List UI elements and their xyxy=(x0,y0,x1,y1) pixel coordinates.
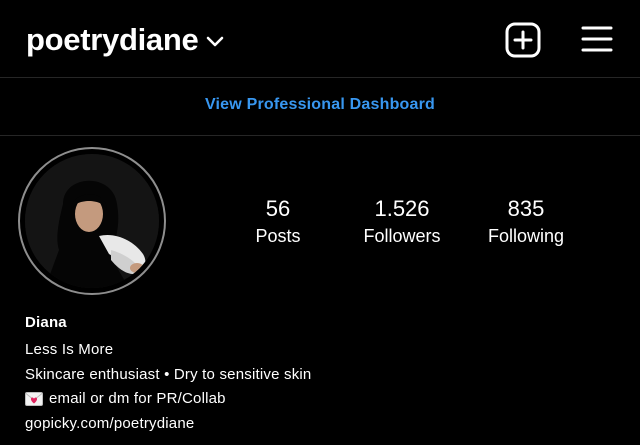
plus-square-icon xyxy=(505,22,541,62)
posts-stat[interactable]: 56 Posts xyxy=(238,196,318,248)
followers-stat[interactable]: 1.526 Followers xyxy=(350,196,454,248)
following-count: 835 xyxy=(507,196,545,221)
new-post-button[interactable] xyxy=(505,22,541,58)
profile-name: Diana xyxy=(25,314,67,331)
chevron-down-icon xyxy=(206,34,224,48)
bio-line: email or dm for PR/Collab xyxy=(25,389,226,409)
professional-dashboard-bar: View Professional Dashboard xyxy=(0,78,640,136)
bio-line: Skincare enthusiast • Dry to sensitive s… xyxy=(25,366,312,383)
username-title: poetrydiane xyxy=(26,22,199,57)
account-switcher[interactable]: poetrydiane xyxy=(26,18,224,62)
menu-button[interactable] xyxy=(580,24,614,54)
following-label: Following xyxy=(487,226,565,246)
bio-line: Less Is More xyxy=(25,341,114,358)
view-professional-dashboard-link[interactable]: View Professional Dashboard xyxy=(205,96,435,114)
avatar[interactable] xyxy=(18,147,166,295)
bio-website-link[interactable]: gopicky.com/poetrydiane xyxy=(25,414,194,434)
top-header: poetrydiane xyxy=(0,0,640,78)
posts-label: Posts xyxy=(255,226,301,246)
posts-count: 56 xyxy=(265,196,291,221)
hamburger-menu-icon xyxy=(580,26,614,58)
following-stat[interactable]: 835 Following xyxy=(474,196,578,248)
love-letter-icon xyxy=(25,392,43,406)
followers-count: 1.526 xyxy=(374,196,430,221)
followers-label: Followers xyxy=(363,226,441,246)
profile-photo xyxy=(25,154,159,288)
bio-line-text: email or dm for PR/Collab xyxy=(49,390,226,407)
